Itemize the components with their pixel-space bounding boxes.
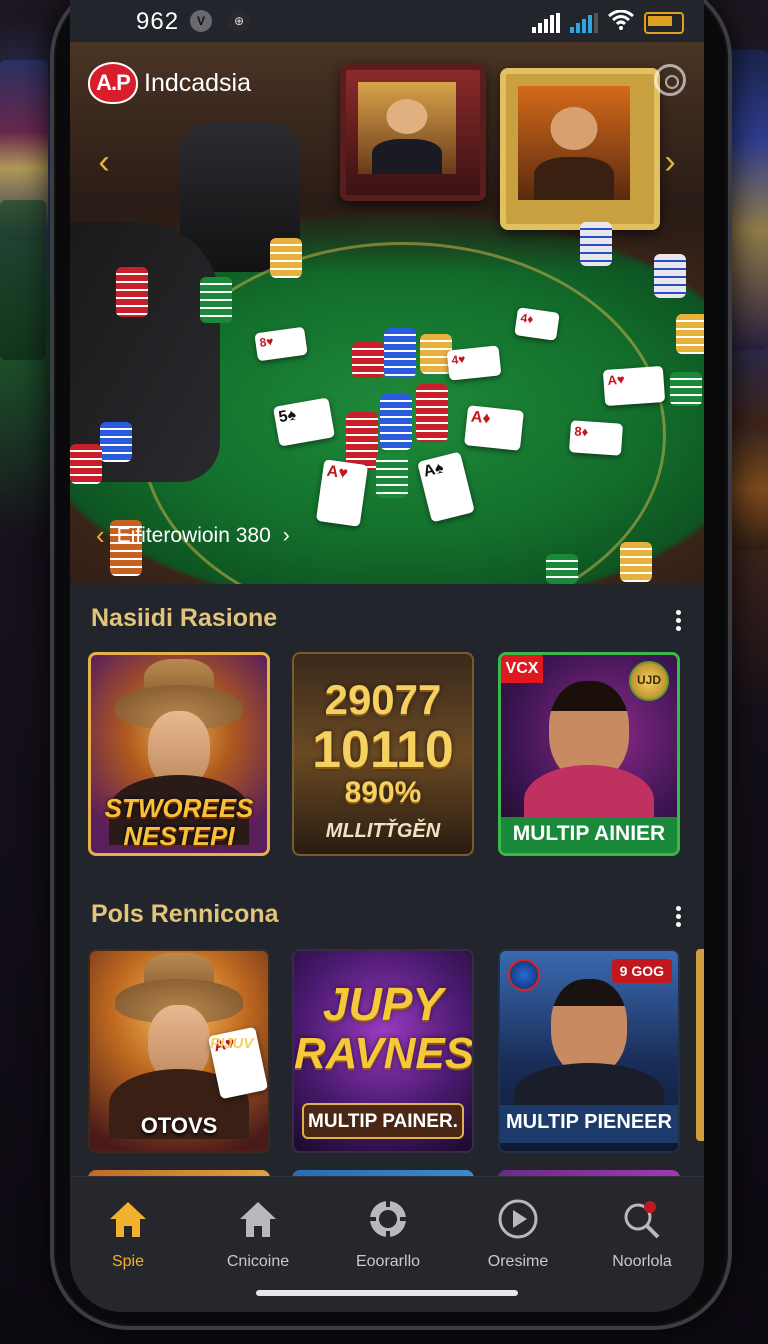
status-icons (532, 9, 684, 35)
chip-stack (380, 394, 412, 450)
notification-badge: V (190, 10, 212, 32)
tile-label: MULTIP PAINER. (302, 1103, 464, 1139)
signal-icon (532, 12, 560, 33)
chip-stack (116, 267, 148, 317)
playing-card: A♦ (464, 405, 524, 451)
nav-label: Oresime (487, 1253, 549, 1270)
chip-stack (620, 542, 652, 582)
hero-caption[interactable]: ‹ Eifiterowioin 380 › (96, 520, 290, 551)
play-circle-icon (496, 1197, 540, 1241)
game-tile[interactable]: A♥ PIJUV OTOVS (88, 949, 270, 1153)
tile-overlay-text: PIJUV (210, 1035, 254, 1052)
caption-prev-icon: ‹ (96, 520, 105, 550)
home-icon (106, 1197, 150, 1241)
nav-label: Eoorarllo (355, 1253, 421, 1270)
chip-stack (70, 444, 102, 484)
globe-icon (508, 959, 540, 991)
jackpot-percent: 890% (344, 776, 422, 809)
chip-icon (366, 1197, 410, 1241)
search-icon (620, 1197, 664, 1241)
nav-label: Spie (111, 1253, 145, 1270)
nav-label: Noorlola (612, 1253, 672, 1270)
chip-stack (670, 372, 702, 406)
section-title: Nasiidi Rasione (91, 604, 278, 632)
jackpot-number: 29077 (324, 676, 442, 723)
chip-stack (200, 277, 232, 323)
chip-stack (376, 454, 408, 498)
notification-badge: ⊕ (228, 10, 250, 32)
status-bar: 962 V ⊕ (70, 0, 704, 42)
chip-stack (270, 238, 302, 278)
monitor-right (500, 68, 660, 230)
more-options-icon[interactable] (676, 610, 682, 632)
chip-stack (100, 422, 132, 462)
playing-card: 8♦ (568, 420, 624, 456)
tile-title-line2: RAVNES (294, 1029, 474, 1078)
chip-stack (546, 554, 578, 584)
house-outline-icon (236, 1197, 280, 1241)
corner-badge: VCX (501, 655, 543, 683)
tile-title: STWOREES (104, 793, 254, 823)
more-options-icon[interactable] (676, 906, 682, 928)
character-face (551, 979, 627, 1075)
chip-stack (676, 314, 704, 354)
tile-label: MLLITŤGĚN (325, 820, 441, 842)
logo-badge: A.P (88, 62, 138, 104)
chip-stack (416, 384, 448, 442)
tile-title: JUPY (322, 978, 444, 1030)
tile-label: OTOVS (140, 1113, 218, 1138)
tile-label: MULTIP PIENEER (500, 1105, 678, 1143)
battery-icon (644, 11, 684, 34)
nav-label: Cnicoine (226, 1253, 290, 1270)
chip-stack (384, 328, 416, 378)
chevron-right-icon: › (282, 523, 290, 547)
hero-caption-text: Eifiterowioin 380 (116, 523, 271, 547)
settings-icon[interactable] (654, 64, 686, 96)
brand-name: Indcadsia (144, 68, 252, 97)
playing-card: 4♥ (446, 345, 502, 381)
app-screen: A♥ A♠ 5♠ A♦ 8♦ A♥ 8♥ 4♦ 4♥ A.P Indcadsia… (70, 0, 704, 1312)
chevron-right-icon[interactable]: › (650, 142, 690, 182)
slot-machine-right-lower (728, 430, 768, 550)
tile-title-line2: NESTEPI (123, 821, 235, 851)
corner-badge: 9 GOG (611, 959, 672, 983)
game-tile[interactable]: JUPY RAVNES MULTIP PAINER. (292, 949, 474, 1153)
playing-card: A♥ (602, 365, 666, 407)
chevron-left-icon[interactable]: ‹ (84, 142, 124, 182)
monitor-left (340, 64, 486, 201)
coin-badge: UJD (629, 661, 669, 701)
player-figure (70, 222, 220, 482)
tile-label: MULTIP AINIER (501, 817, 677, 853)
chip-stack (352, 342, 384, 378)
nav-item-cnicoine[interactable]: Cnicoine (198, 1197, 318, 1271)
signal-icon-2 (570, 12, 598, 33)
next-tile-peek[interactable] (696, 949, 704, 1141)
game-tile[interactable]: STWOREES NESTEPI (88, 652, 270, 856)
game-tile[interactable]: 29077 10110 890% MLLITŤGĚN (292, 652, 474, 856)
chip-stack (580, 222, 612, 266)
poker-table-left (0, 200, 46, 360)
nav-item-oresime[interactable]: Oresime (458, 1197, 578, 1271)
nav-item-noorlola[interactable]: Noorlola (582, 1197, 702, 1271)
game-tile[interactable]: 9 GOG MULTIP PIENEER (498, 949, 680, 1153)
chip-stack (654, 254, 686, 298)
nav-item-spie[interactable]: Spie (70, 1197, 188, 1271)
home-indicator[interactable] (256, 1290, 518, 1296)
status-time: 962 (136, 8, 180, 35)
wifi-icon (608, 9, 634, 35)
jackpot-number-2: 10110 (312, 721, 454, 779)
game-tile[interactable]: VCX UJD MULTIP AINIER (498, 652, 680, 856)
playing-card: 4♦ (514, 307, 560, 341)
nav-item-eoorarllo[interactable]: Eoorarllo (328, 1197, 448, 1271)
section-title: Pols Rennicona (91, 900, 279, 928)
chip-stack (346, 412, 378, 470)
app-logo[interactable]: A.P Indcadsia (88, 62, 251, 104)
playing-card: A♥ (315, 459, 369, 527)
hero-banner[interactable]: A♥ A♠ 5♠ A♦ 8♦ A♥ 8♥ 4♦ 4♥ A.P Indcadsia… (70, 42, 704, 584)
